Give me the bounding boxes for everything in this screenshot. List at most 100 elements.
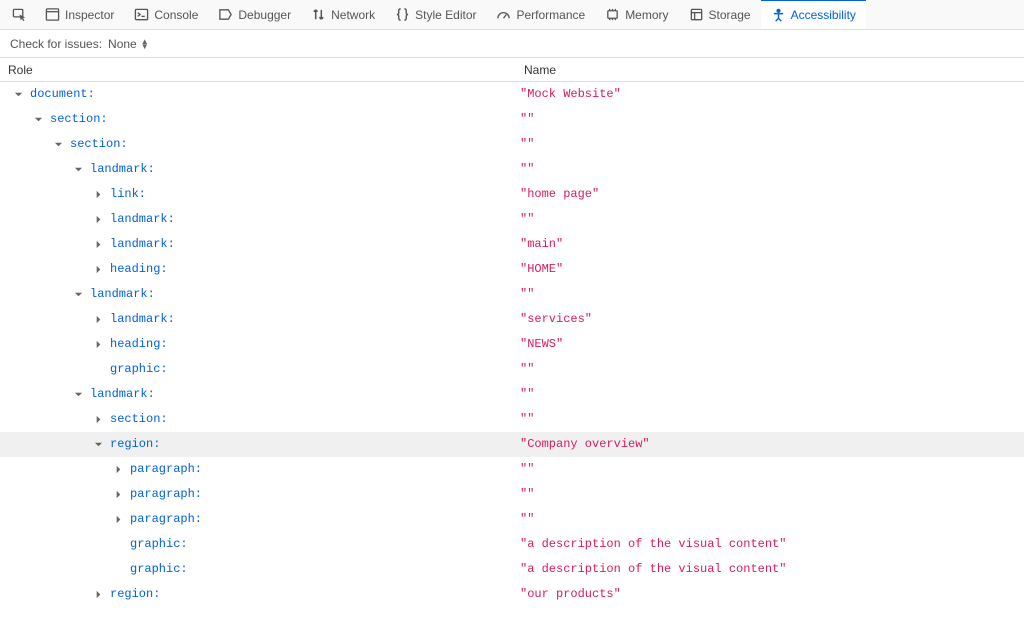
tab-inspector[interactable]: Inspector xyxy=(35,0,124,29)
role-label: section: xyxy=(70,132,128,157)
twisty-expanded-icon[interactable] xyxy=(72,389,84,401)
tree-row[interactable]: landmark:"services" xyxy=(0,307,1024,332)
role-cell: link: xyxy=(0,182,520,207)
name-cell: "" xyxy=(520,132,1024,157)
tab-memory[interactable]: Memory xyxy=(595,0,678,29)
tree-row[interactable]: landmark:"" xyxy=(0,282,1024,307)
tree-row[interactable]: landmark:"" xyxy=(0,157,1024,182)
role-label: graphic: xyxy=(110,357,168,382)
updown-icon: ▲▼ xyxy=(141,39,149,49)
tab-performance[interactable]: Performance xyxy=(486,0,595,29)
tab-label: Debugger xyxy=(238,8,291,22)
twisty-expanded-icon[interactable] xyxy=(72,164,84,176)
role-cell: section: xyxy=(0,407,520,432)
tree-row[interactable]: graphic: "a description of the visual con… xyxy=(0,532,1024,557)
network-icon xyxy=(311,7,326,22)
accessibility-tree: document:"Mock Website"section:""section… xyxy=(0,82,1024,607)
twisty-collapsed-icon[interactable] xyxy=(92,189,104,201)
tab-label: Storage xyxy=(709,8,751,22)
role-cell: graphic: xyxy=(0,357,520,382)
tab-accessibility[interactable]: Accessibility xyxy=(761,0,866,29)
role-cell: document: xyxy=(0,82,520,107)
role-cell: heading: xyxy=(0,332,520,357)
issues-bar: Check for issues: None ▲▼ xyxy=(0,30,1024,58)
twisty-expanded-icon[interactable] xyxy=(32,114,44,126)
role-cell: graphic: xyxy=(0,557,520,582)
twisty-collapsed-icon[interactable] xyxy=(92,214,104,226)
tab-label: Accessibility xyxy=(791,8,856,22)
twisty-collapsed-icon[interactable] xyxy=(112,464,124,476)
tree-row[interactable]: section:"" xyxy=(0,407,1024,432)
tree-row[interactable]: section: "" xyxy=(0,107,1024,132)
tab-debugger[interactable]: Debugger xyxy=(208,0,301,29)
twisty-expanded-icon[interactable] xyxy=(92,439,104,451)
tree-row[interactable]: landmark:"" xyxy=(0,382,1024,407)
tree-row[interactable]: graphic: "" xyxy=(0,357,1024,382)
role-label: graphic: xyxy=(130,532,188,557)
twisty-collapsed-icon[interactable] xyxy=(112,489,124,501)
name-cell: "" xyxy=(520,507,1024,532)
tree-row[interactable]: graphic:"a description of the visual con… xyxy=(0,557,1024,582)
tab-label: Console xyxy=(154,8,198,22)
styleeditor-icon xyxy=(395,7,410,22)
twisty-collapsed-icon[interactable] xyxy=(92,264,104,276)
debugger-icon xyxy=(218,7,233,22)
name-cell: "our products" xyxy=(520,582,1024,607)
role-label: heading: xyxy=(110,332,168,357)
name-cell: "a description of the visual content" xyxy=(520,532,1024,557)
twisty-expanded-icon[interactable] xyxy=(12,89,24,101)
tree-row[interactable]: region: "our products" xyxy=(0,582,1024,607)
name-cell: "" xyxy=(520,157,1024,182)
role-label: landmark: xyxy=(110,207,175,232)
tree-row[interactable]: heading: "NEWS" xyxy=(0,332,1024,357)
devtools-toolbar: Inspector Console Debugger Network Style… xyxy=(0,0,1024,30)
role-label: graphic: xyxy=(130,557,188,582)
role-cell: landmark: xyxy=(0,157,520,182)
tree-row[interactable]: document:"Mock Website" xyxy=(0,82,1024,107)
twisty-collapsed-icon[interactable] xyxy=(92,239,104,251)
pick-element-button[interactable] xyxy=(4,0,35,29)
role-label: paragraph: xyxy=(130,507,202,532)
name-cell: "" xyxy=(520,407,1024,432)
tree-row[interactable]: heading:"HOME" xyxy=(0,257,1024,282)
tab-storage[interactable]: Storage xyxy=(679,0,761,29)
tab-label: Style Editor xyxy=(415,8,476,22)
tree-row[interactable]: link:"home page" xyxy=(0,182,1024,207)
name-cell: "Company overview" xyxy=(520,432,1024,457)
issues-select[interactable]: None ▲▼ xyxy=(108,37,149,51)
name-cell: "NEWS" xyxy=(520,332,1024,357)
tab-network[interactable]: Network xyxy=(301,0,385,29)
role-label: document: xyxy=(30,82,95,107)
tree-row[interactable]: landmark: "" xyxy=(0,207,1024,232)
role-label: section: xyxy=(50,107,108,132)
role-label: paragraph: xyxy=(130,457,202,482)
role-cell: region: xyxy=(0,432,520,457)
column-name[interactable]: Name xyxy=(520,63,1024,77)
tree-row[interactable]: paragraph: "" xyxy=(0,457,1024,482)
role-label: paragraph: xyxy=(130,482,202,507)
role-label: region: xyxy=(110,582,160,607)
role-label: landmark: xyxy=(90,282,155,307)
tab-styleeditor[interactable]: Style Editor xyxy=(385,0,486,29)
role-cell: paragraph: xyxy=(0,457,520,482)
twisty-collapsed-icon[interactable] xyxy=(92,314,104,326)
twisty-collapsed-icon[interactable] xyxy=(92,589,104,601)
name-cell: "" xyxy=(520,107,1024,132)
name-cell: "" xyxy=(520,207,1024,232)
twisty-expanded-icon[interactable] xyxy=(72,289,84,301)
tab-console[interactable]: Console xyxy=(124,0,208,29)
column-role[interactable]: Role xyxy=(0,63,520,77)
name-cell: "" xyxy=(520,482,1024,507)
issues-label: Check for issues: xyxy=(10,37,102,51)
name-cell: "" xyxy=(520,457,1024,482)
tree-row[interactable]: landmark:"main" xyxy=(0,232,1024,257)
twisty-collapsed-icon[interactable] xyxy=(92,414,104,426)
twisty-expanded-icon[interactable] xyxy=(52,139,64,151)
tree-row[interactable]: section: "" xyxy=(0,132,1024,157)
twisty-collapsed-icon[interactable] xyxy=(92,339,104,351)
twisty-collapsed-icon[interactable] xyxy=(112,514,124,526)
tree-row[interactable]: paragraph: "" xyxy=(0,482,1024,507)
tree-row[interactable]: paragraph: "" xyxy=(0,507,1024,532)
name-cell: "" xyxy=(520,357,1024,382)
tree-row[interactable]: region:"Company overview" xyxy=(0,432,1024,457)
